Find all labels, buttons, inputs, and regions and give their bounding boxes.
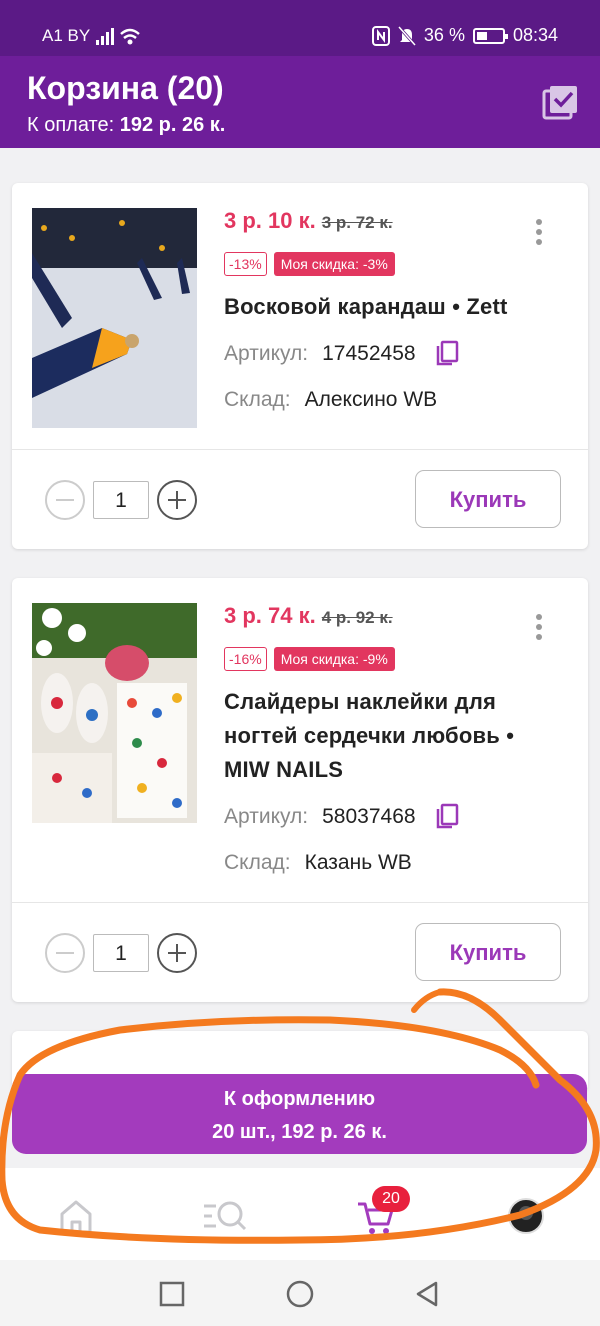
to-pay-value: 192 р. 26 к. <box>119 114 226 136</box>
system-navigation-bar <box>0 1260 600 1326</box>
battery-icon <box>472 27 508 44</box>
select-all-checkbox-icon[interactable] <box>542 84 578 120</box>
increase-quantity-button[interactable] <box>157 480 197 520</box>
cart-item: 3 р. 10 к. 3 р. 72 к. -13% Моя скидка: -… <box>12 183 588 549</box>
decrease-quantity-button[interactable] <box>45 480 85 520</box>
checkout-button[interactable]: К оформлению 20 шт., 192 р. 26 к. <box>12 1074 587 1154</box>
total-to-pay: К оплате: 192 р. 26 к. <box>27 114 225 137</box>
home-icon[interactable] <box>56 1196 96 1236</box>
warehouse-name: Алексино WB <box>304 388 438 411</box>
cart-item: 3 р. 74 к. 4 р. 92 к. -16% Моя скидка: -… <box>12 578 588 1002</box>
to-pay-label: К оплате: <box>27 114 115 136</box>
buy-button[interactable]: Купить <box>415 470 561 528</box>
product-name[interactable]: Восковой карандаш • Zett <box>224 290 538 324</box>
product-image[interactable] <box>32 208 197 428</box>
battery-percent: 36 % <box>423 25 465 45</box>
recent-apps-icon[interactable] <box>159 1281 185 1307</box>
signal-wifi-icon <box>96 28 140 45</box>
warehouse-label: Склад: <box>224 851 291 874</box>
bottom-navigation <box>0 1168 600 1260</box>
app-bar: Корзина (20) К оплате: 192 р. 26 к. <box>0 56 600 148</box>
warehouse-row: Склад: Казань WB <box>224 847 538 879</box>
quantity-value[interactable]: 1 <box>93 934 149 972</box>
mute-bell-icon <box>397 25 416 46</box>
article-number: 58037468 <box>322 805 416 828</box>
page-title: Корзина (20) <box>27 70 224 106</box>
discount-badge: -16% <box>224 647 267 671</box>
discount-badge: -13% <box>224 252 267 276</box>
clock: 08:34 <box>512 25 558 45</box>
old-price: 4 р. 92 к. <box>321 608 393 627</box>
copy-icon[interactable] <box>434 803 460 831</box>
checkout-title: К оформлению <box>223 1088 376 1110</box>
price: 3 р. 74 к. <box>224 603 316 628</box>
old-price: 3 р. 72 к. <box>321 213 393 232</box>
nfc-icon <box>371 25 390 46</box>
home-circle-icon[interactable] <box>286 1280 314 1308</box>
quantity-value[interactable]: 1 <box>93 481 149 519</box>
warehouse-name: Казань WB <box>304 851 412 874</box>
status-bar: A1 BY 36 % 08:34 <box>0 0 600 56</box>
back-icon[interactable] <box>414 1280 440 1308</box>
catalog-search-icon[interactable] <box>202 1196 248 1236</box>
product-image[interactable] <box>32 603 197 823</box>
buy-button[interactable]: Купить <box>415 923 561 981</box>
carrier-label: A1 BY <box>42 26 91 45</box>
increase-quantity-button[interactable] <box>157 933 197 973</box>
article-label: Артикул: <box>224 805 309 828</box>
my-discount-badge: Моя скидка: -9% <box>273 647 395 671</box>
cart-count-badge: 20 <box>372 1186 410 1212</box>
quantity-stepper: 1 <box>45 933 197 973</box>
checkout-summary: 20 шт., 192 р. 26 к. <box>212 1121 387 1143</box>
article-row: Артикул: 58037468 <box>224 801 538 833</box>
divider <box>12 902 588 903</box>
profile-avatar-icon[interactable] <box>506 1196 546 1236</box>
warehouse-row: Склад: Алексино WB <box>224 384 538 416</box>
product-name[interactable]: Слайдеры наклейки для ногтей сердечки лю… <box>224 685 538 787</box>
article-number: 17452458 <box>322 342 416 365</box>
article-row: Артикул: 17452458 <box>224 338 538 370</box>
warehouse-label: Склад: <box>224 388 291 411</box>
my-discount-badge: Моя скидка: -3% <box>273 252 395 276</box>
divider <box>12 449 588 450</box>
decrease-quantity-button[interactable] <box>45 933 85 973</box>
price: 3 р. 10 к. <box>224 208 316 233</box>
copy-icon[interactable] <box>434 340 460 368</box>
quantity-stepper: 1 <box>45 480 197 520</box>
article-label: Артикул: <box>224 342 309 365</box>
